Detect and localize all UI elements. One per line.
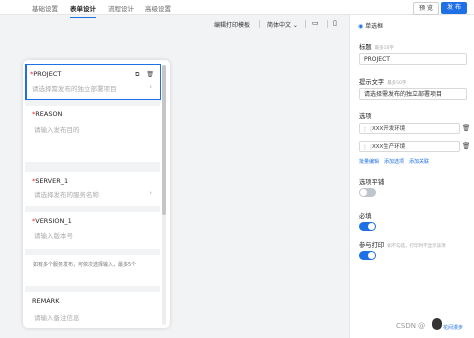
tile-options-toggle[interactable] [359,188,376,197]
toggle-knob [368,223,375,230]
tab-form-design[interactable]: 表单设计 [70,3,96,18]
component-type: ◉ 单选框 [358,23,384,30]
form-field-project[interactable]: ⧉ 🗑 *PROJECT 请选择需发布的独立部署项目 › [25,64,161,100]
add-option-link[interactable]: 添加选项 [384,159,404,165]
field-properties-panel: ◉ 单选框 标题 最多10字 PROJECT 提示文字 最多50字 请选择需发布的独… [349,15,474,338]
mobile-icon[interactable]: ▯ [333,19,337,27]
divider [259,20,260,28]
field-toolbar: ⧉ 🗑 [135,71,154,79]
edit-print-template-button[interactable]: 编辑打印模板 [214,20,250,29]
form-field-reason[interactable]: *REASON 请输入发布目的 [25,106,160,162]
avatar [432,318,442,330]
tab-advanced-settings[interactable]: 高级设置 [145,3,171,13]
toggle-knob [360,189,367,196]
field-placeholder: 请选择发布的服务名称 [34,191,99,199]
field-placeholder: 请输入备注信息 [34,314,80,322]
option-item[interactable]: ⋮⋮ XXX生产环境 [359,141,460,152]
form-field-server[interactable]: *SERVER_1 请选择发布的服务名称 › [25,172,160,206]
field-placeholder: 请输入发布目的 [34,126,80,134]
options-label: 选项 [359,113,372,120]
add-related-link[interactable]: 添加关联 [409,159,429,165]
field-spacer [25,162,160,172]
field-label: *VERSION_1 [32,217,72,225]
top-nav-bar: 基础设置 表单设计 流程设计 高级设置 预 览 发 布 [0,0,474,18]
toggle-knob [368,252,375,259]
language-select[interactable]: 简体中文 ⌄ [267,20,298,29]
option-actions: 批量编辑 添加选项 添加关联 [359,158,434,165]
desktop-icon[interactable]: ▭ [312,19,319,27]
option-item[interactable]: ⋮⋮ XXX开发环境 [359,123,460,134]
field-label: *PROJECT [30,70,62,78]
delete-icon[interactable]: 🗑 [146,71,154,78]
print-toggle[interactable] [359,251,376,260]
canvas-toolbar: 编辑打印模板 简体中文 ⌄ ▭ ▯ [0,15,348,30]
divider [327,20,328,28]
field-label: REMARK [32,297,60,305]
form-field-note[interactable]: 如有多个服务发布，可依次选择输入，最多5个 [25,255,160,286]
copy-icon[interactable]: ⧉ [135,71,139,78]
field-description: 如有多个服务发布，可依次选择输入，最多5个 [33,262,137,268]
print-label: 参与打印 如不勾选，打印时不显示该项 [359,242,446,249]
divider [305,20,306,28]
title-input[interactable]: PROJECT [359,53,467,65]
required-label: 必填 [359,213,372,220]
title-label: 标题 最多10字 [359,44,394,51]
tab-flow-design[interactable]: 流程设计 [108,3,134,13]
watermark-username: 花间漫步 [443,325,464,331]
form-field-remark[interactable]: REMARK 请输入备注信息 [25,292,160,328]
preview-scrollbar-thumb[interactable] [162,65,166,215]
prompt-label: 提示文字 最多50字 [359,79,407,86]
tab-basic-settings[interactable]: 基础设置 [32,3,58,13]
preview-button[interactable]: 预 览 [413,2,439,15]
required-toggle[interactable] [359,222,376,231]
prompt-input[interactable]: 请选择需发布的独立部署项目 [359,88,467,100]
chevron-right-icon: › [149,189,152,197]
field-placeholder: 请选择需发布的独立部署项目 [32,85,117,93]
batch-edit-link[interactable]: 批量编辑 [359,159,379,165]
delete-option-icon[interactable]: 🗑 [462,142,470,150]
field-label: *REASON [32,110,63,118]
chevron-right-icon: › [149,83,152,91]
delete-option-icon[interactable]: 🗑 [462,124,470,132]
tile-options-label: 选项平铺 [359,179,385,186]
mobile-form-preview: ⧉ 🗑 *PROJECT 请选择需发布的独立部署项目 › *REASON 请输入… [23,60,170,328]
field-placeholder: 请输入版本号 [34,232,73,240]
field-label: *SERVER_1 [32,177,69,185]
csdn-watermark: CSDN @ [396,322,426,330]
form-field-version[interactable]: *VERSION_1 请输入版本号 [25,212,160,249]
publish-button[interactable]: 发 布 [441,2,467,14]
radio-icon: ◉ [358,23,364,30]
